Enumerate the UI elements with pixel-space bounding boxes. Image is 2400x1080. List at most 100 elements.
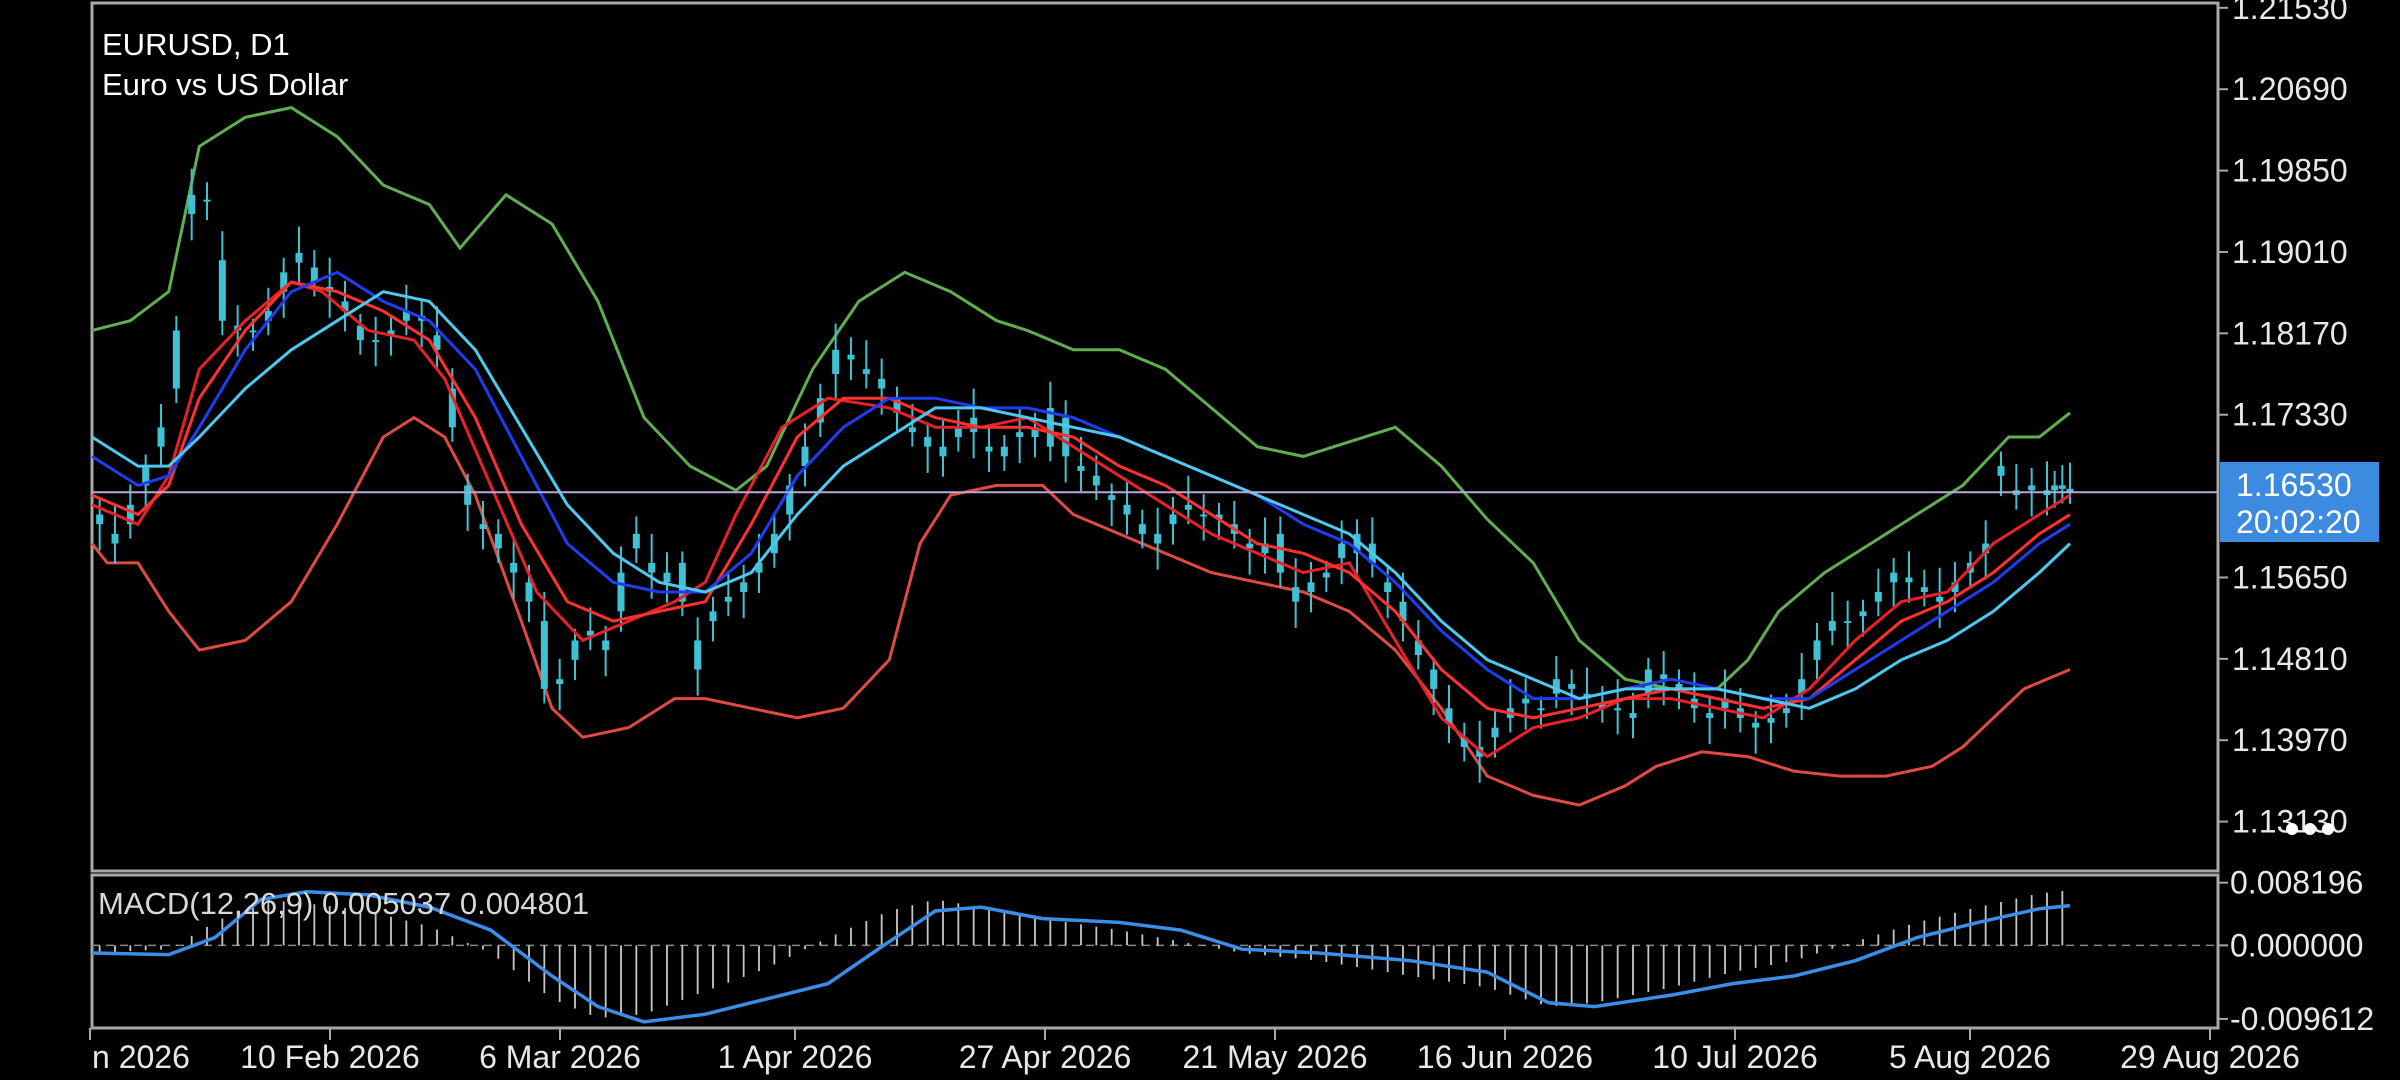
candle-body [1614,708,1622,711]
candle-body [648,562,656,573]
date-axis-label: 10 Feb 2026 [240,1039,420,1075]
date-axis-label: 5 Aug 2026 [1889,1039,2051,1075]
candle-body [525,582,533,602]
price-axis-label: 1.13970 [2232,722,2348,758]
price-axis-label: 1.19850 [2232,153,2348,189]
chart-canvas[interactable]: 1.21530 1.20690 1.19850 1.19010 1.18170 1.173… [0,0,2400,1080]
candle-body [510,562,518,573]
candle-body [249,330,257,333]
candle-body [1874,592,1882,602]
date-axis-label: 16 Jun 2026 [1417,1039,1593,1075]
more-horizontal-icon[interactable] [2275,812,2345,846]
date-axis-label: 27 Apr 2026 [959,1039,1132,1075]
candle-body [1491,727,1499,738]
macd-axis-label: 0.000000 [2230,927,2363,963]
candle-body [847,354,855,360]
candle-body [96,514,104,525]
candle-body [602,640,610,651]
candle-body [1782,708,1790,714]
candle-body [1537,708,1545,711]
price-axis-label: 1.21530 [2232,0,2348,26]
candle-body [494,533,502,549]
price-axis-label: 1.18170 [2232,315,2348,351]
price-axis-label: 1.15650 [2232,559,2348,595]
candle-body [1077,466,1085,471]
candle-body [188,194,196,215]
candle-body [571,640,579,660]
candle-body [1920,587,1928,592]
candle-body [832,349,840,375]
candle-body [908,427,916,433]
candle-body [632,533,640,549]
candle-body [1905,577,1913,583]
candle-body [694,640,702,670]
symbol-title: EURUSD, D1 [102,27,290,62]
candle-body [1752,722,1760,728]
candle-body [556,679,564,685]
candle-body [1997,466,2005,476]
symbol-description: Euro vs US Dollar [102,67,348,102]
macd-label: MACD(12,26,9) 0.005037 0.004801 [98,886,589,921]
candle-body [1092,475,1100,486]
candle-body [924,437,932,447]
date-axis-label: 21 May 2026 [1182,1039,1367,1075]
bar-timer: 20:02:20 [2236,504,2361,540]
more-dot-icon [2322,823,2334,835]
date-axis-label: 1 Apr 2026 [718,1039,873,1075]
candle-body [1322,572,1330,578]
candle-body [663,572,671,583]
candle-body [372,340,380,343]
candle-body [157,427,165,447]
macd-axis-label: 0.008196 [2230,865,2363,901]
candle-body [1859,611,1867,617]
more-dot-icon [2304,823,2316,835]
candle-body [479,524,487,530]
candle-body [111,533,119,544]
candle-body [218,260,226,321]
candle-body [203,199,211,202]
candle-body [878,378,886,389]
candle-body [1629,713,1637,718]
candle-body [1660,674,1668,680]
candle-body [939,446,947,457]
candle-body [1844,621,1852,624]
candle-body [2051,485,2059,491]
candle-body [862,369,870,375]
candle-body [1016,432,1024,437]
current-price-value: 1.16530 [2236,467,2352,503]
candle-body [1384,582,1392,592]
candle-body [172,330,180,389]
candle-body [1138,524,1146,534]
candle-body [2058,485,2066,489]
candle-body [1522,698,1530,704]
candle-body [1169,514,1177,525]
more-dot-icon [2286,823,2298,835]
macd-axis: 0.008196 0.000000 -0.009612 [2218,865,2374,1037]
candle-body [985,446,993,452]
candle-body [1706,713,1714,718]
candle-body [1813,640,1821,660]
candle-body [1000,446,1008,457]
candle-body [1828,621,1836,631]
price-axis-label: 1.14810 [2232,641,2348,677]
price-axis-label: 1.17330 [2232,397,2348,433]
candle-body [1568,684,1576,689]
candle-body [1123,504,1131,515]
date-axis-label: n 2026 [92,1039,190,1075]
date-axis-label: 29 Aug 2026 [2120,1039,2300,1075]
price-axis-label: 1.19010 [2232,234,2348,270]
candle-body [1200,514,1208,517]
candle-body [1430,669,1438,689]
candle-body [1154,533,1162,544]
candle-body [1276,533,1284,573]
candle-body [2028,485,2036,491]
candle-body [1292,587,1300,602]
candle-body [1767,717,1775,723]
candle-body [709,611,717,622]
macd-axis-label: -0.009612 [2230,1001,2374,1037]
candle-body [1184,504,1192,510]
candle-body [1307,582,1315,592]
candle-body [724,596,732,602]
candle-body [464,485,472,505]
candle-body [1936,596,1944,602]
